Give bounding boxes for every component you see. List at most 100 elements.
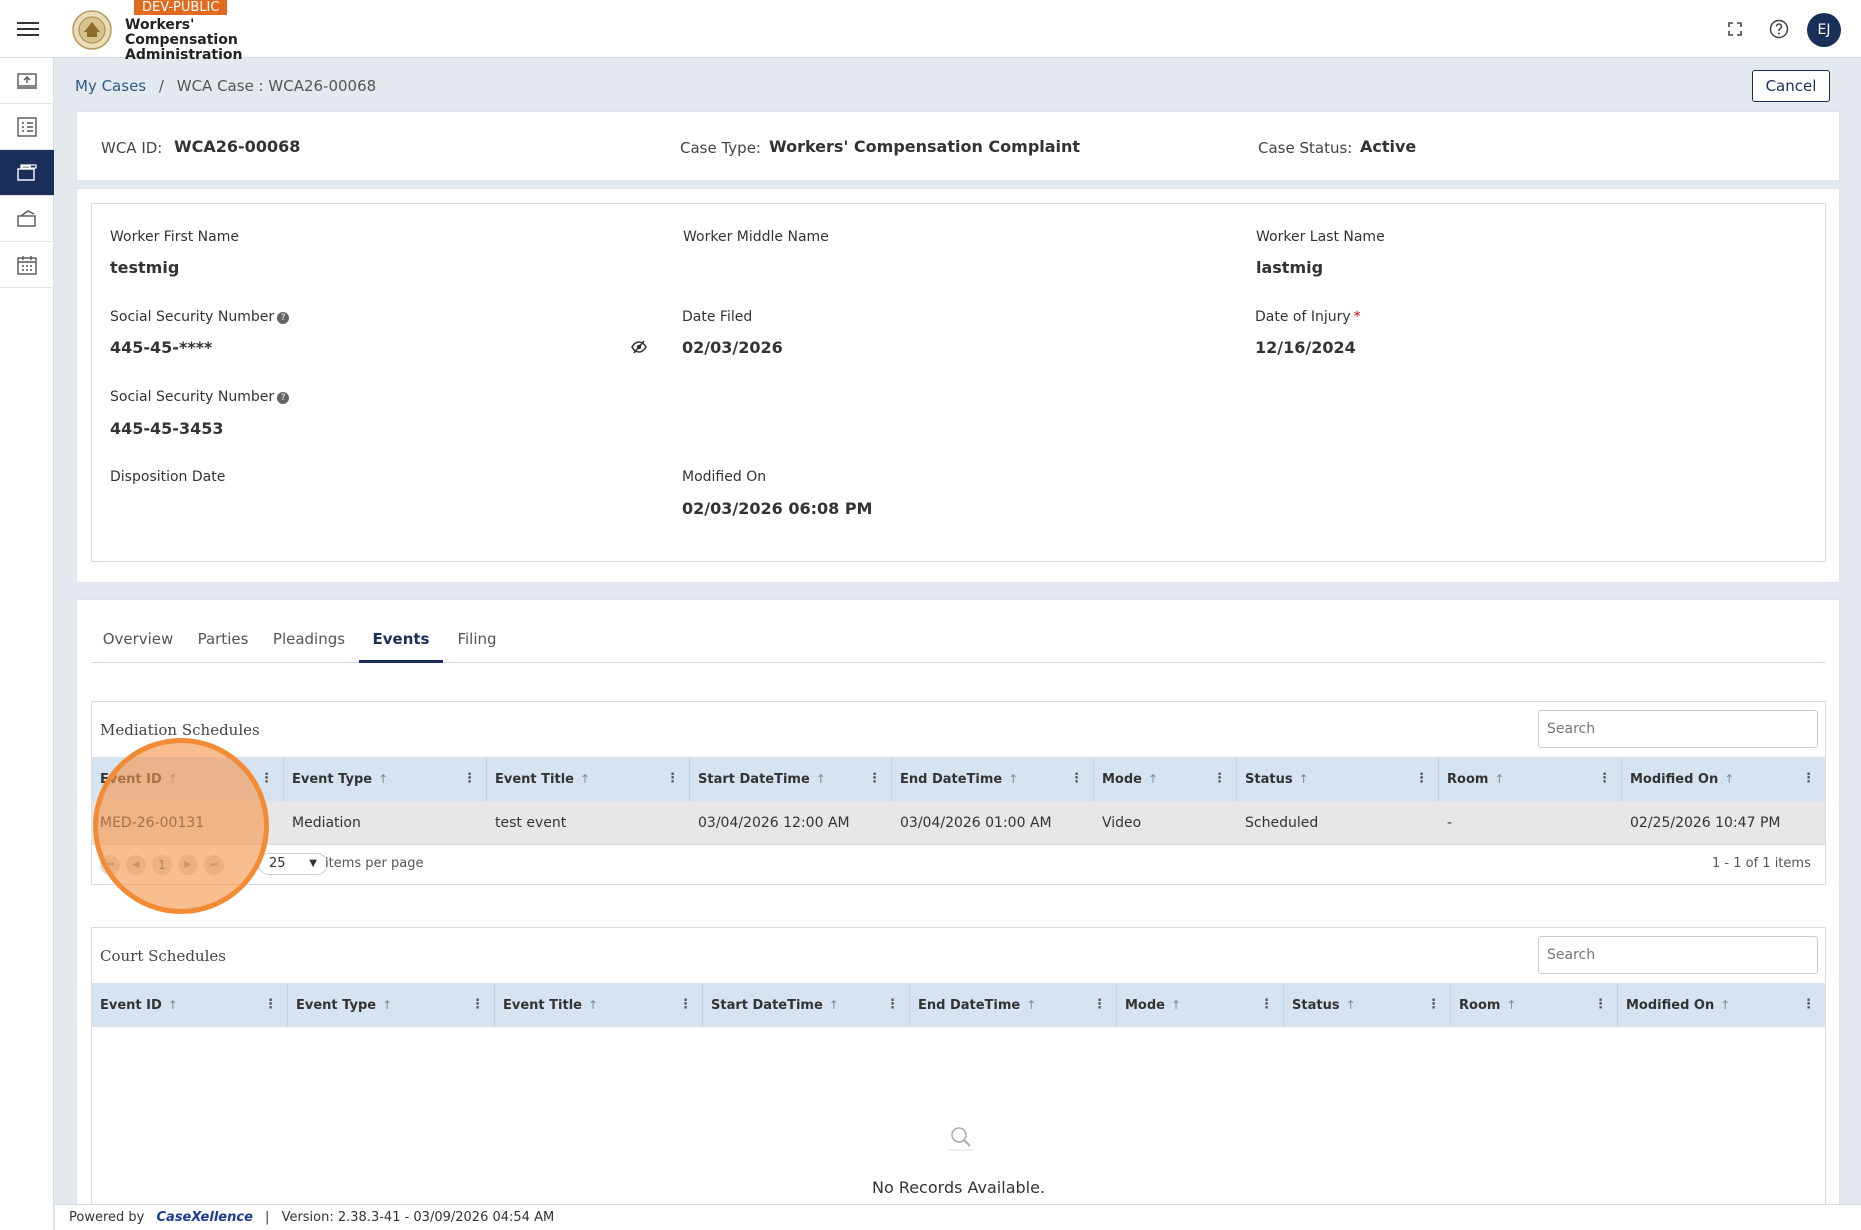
col-label: Modified On: [1626, 998, 1715, 1013]
column-menu-icon[interactable]: ⋮: [868, 757, 881, 801]
sort-arrow-icon: ↑: [579, 772, 591, 786]
column-menu-icon[interactable]: ⋮: [1427, 983, 1440, 1027]
col-status[interactable]: Status ↑ ⋮: [1284, 983, 1451, 1027]
org-name-line3: Administration: [125, 47, 243, 63]
column-menu-icon[interactable]: ⋮: [1415, 757, 1428, 801]
col-start-datetime[interactable]: Start DateTime ↑ ⋮: [703, 983, 910, 1027]
column-menu-icon[interactable]: ⋮: [1260, 983, 1273, 1027]
cell-modified-on: 02/25/2026 10:47 PM: [1630, 815, 1781, 831]
column-menu-icon[interactable]: ⋮: [1598, 757, 1611, 801]
rail-item-calendar[interactable]: [0, 242, 54, 288]
sort-arrow-icon: ↑: [1724, 772, 1735, 786]
next-page-icon[interactable]: ▶: [178, 855, 198, 875]
col-event-id[interactable]: Event ID ↑ ⋮: [92, 983, 288, 1027]
rail-item-upload[interactable]: [0, 58, 54, 104]
col-event-title[interactable]: Event Title ↑ ⋮: [487, 757, 690, 801]
breadcrumb-my-cases[interactable]: My Cases: [75, 77, 146, 95]
col-room[interactable]: Room ↑ ⋮: [1439, 757, 1622, 801]
cancel-button[interactable]: Cancel: [1752, 70, 1830, 102]
org-name: Workers' Compensation Administration: [125, 10, 242, 63]
col-room[interactable]: Room ↑ ⋮: [1451, 983, 1618, 1027]
wca-id-value: WCA26-00068: [174, 137, 301, 156]
sort-arrow-icon: ↑: [382, 998, 393, 1012]
help-icon[interactable]: [1768, 18, 1790, 40]
ssn-label: Social Security Number?: [110, 309, 290, 325]
fullscreen-icon[interactable]: [1724, 18, 1746, 40]
ssn2-label: Social Security Number?: [110, 389, 290, 405]
col-event-title[interactable]: Event Title ↑ ⋮: [495, 983, 703, 1027]
court-search-input[interactable]: [1538, 936, 1818, 974]
col-label: Status: [1245, 772, 1293, 787]
tab-filing[interactable]: Filing: [443, 630, 511, 663]
column-menu-icon[interactable]: ⋮: [666, 757, 679, 801]
case-status-label: Case Status:: [1258, 139, 1353, 157]
column-menu-icon[interactable]: ⋮: [260, 757, 273, 801]
sort-arrow-icon: ↑: [1026, 998, 1037, 1012]
prev-page-icon[interactable]: ◀: [126, 855, 146, 875]
mediation-pager: ⏮ ◀ 1 ▶ ⏭ 25 ▼ items per page 1 - 1 of 1 …: [92, 846, 1825, 882]
tab-pleadings[interactable]: Pleadings: [261, 630, 357, 663]
column-menu-icon[interactable]: ⋮: [886, 983, 899, 1027]
column-menu-icon[interactable]: ⋮: [1802, 757, 1815, 801]
column-menu-icon[interactable]: ⋮: [679, 983, 692, 1027]
rail-item-hearings[interactable]: [0, 196, 54, 242]
col-start-datetime[interactable]: Start DateTime ↑ ⋮: [690, 757, 892, 801]
court-schedules-grid: Court Schedules Event ID ↑ ⋮ Event Type ↑ ⋮ …: [91, 927, 1826, 1230]
col-event-id[interactable]: Event ID ↑ ⋮: [92, 757, 284, 801]
first-page-icon[interactable]: ⏮: [100, 855, 120, 875]
org-name-line1: Workers': [125, 17, 195, 33]
column-menu-icon[interactable]: ⋮: [471, 983, 484, 1027]
breadcrumb-separator: /: [158, 77, 164, 95]
cell-start-datetime: 03/04/2026 12:00 AM: [698, 815, 850, 831]
date-of-injury-label: Date of Injury *: [1255, 309, 1361, 325]
eye-slash-icon[interactable]: [631, 340, 647, 354]
user-avatar[interactable]: EJ: [1807, 13, 1841, 47]
menu-icon[interactable]: [17, 18, 39, 38]
ssn2-label-text: Social Security Number: [110, 389, 275, 405]
tab-events[interactable]: Events: [359, 630, 443, 663]
col-end-datetime[interactable]: End DateTime ↑ ⋮: [910, 983, 1117, 1027]
pager-summary: 1 - 1 of 1 items: [1712, 856, 1811, 871]
column-menu-icon[interactable]: ⋮: [1594, 983, 1607, 1027]
col-status[interactable]: Status ↑ ⋮: [1237, 757, 1439, 801]
col-modified-on[interactable]: Modified On ↑ ⋮: [1622, 757, 1825, 801]
col-end-datetime[interactable]: End DateTime ↑ ⋮: [892, 757, 1094, 801]
page-number-button[interactable]: 1: [152, 855, 172, 875]
col-mode[interactable]: Mode ↑ ⋮: [1117, 983, 1284, 1027]
column-menu-icon[interactable]: ⋮: [1070, 757, 1083, 801]
col-modified-on[interactable]: Modified On ↑ ⋮: [1618, 983, 1825, 1027]
column-menu-icon[interactable]: ⋮: [264, 983, 277, 1027]
worker-details: Worker First Name testmig Worker Middle …: [91, 203, 1826, 562]
col-event-type[interactable]: Event Type ↑ ⋮: [284, 757, 487, 801]
rail-item-checklist[interactable]: [0, 104, 54, 150]
items-per-page-label: items per page: [325, 856, 424, 871]
sort-arrow-icon: ↑: [1345, 998, 1356, 1012]
gavel-icon: [17, 209, 36, 227]
doi-label-text: Date of Injury: [1255, 309, 1351, 325]
last-page-icon[interactable]: ⏭: [204, 855, 224, 875]
cell-event-id[interactable]: MED-26-00131: [92, 801, 204, 845]
help-circle-icon[interactable]: ?: [277, 312, 290, 324]
case-type-value: Workers' Compensation Complaint: [769, 137, 1081, 156]
mediation-schedules-grid: Mediation Schedules Event ID ↑ ⋮ Event Typ…: [91, 701, 1826, 885]
sort-arrow-icon: ↑: [1720, 998, 1731, 1012]
cell-room: -: [1447, 815, 1453, 831]
breadcrumb: My Cases / WCA Case : WCA26-00068: [75, 77, 376, 95]
column-menu-icon[interactable]: ⋮: [463, 757, 476, 801]
tab-overview[interactable]: Overview: [91, 630, 185, 663]
col-mode[interactable]: Mode ↑ ⋮: [1094, 757, 1237, 801]
case-summary: WCA ID: WCA26-00068 Case Type: Workers' …: [76, 111, 1840, 181]
tab-parties[interactable]: Parties: [185, 630, 261, 663]
org-name-line2: Compensation: [125, 32, 238, 48]
table-row[interactable]: MED-26-00131 Mediation test event 03/04/…: [92, 801, 1825, 845]
column-menu-icon[interactable]: ⋮: [1093, 983, 1106, 1027]
mediation-search-input[interactable]: [1538, 710, 1818, 748]
column-menu-icon[interactable]: ⋮: [1802, 983, 1815, 1027]
col-event-type[interactable]: Event Type ↑ ⋮: [288, 983, 495, 1027]
rail-item-cases[interactable]: [0, 150, 54, 196]
help-circle-icon[interactable]: ?: [277, 392, 290, 404]
page-size-select[interactable]: 25 ▼: [258, 853, 328, 875]
magnifier-icon: [948, 1127, 974, 1151]
sort-arrow-icon: ↑: [828, 998, 839, 1012]
column-menu-icon[interactable]: ⋮: [1213, 757, 1226, 801]
